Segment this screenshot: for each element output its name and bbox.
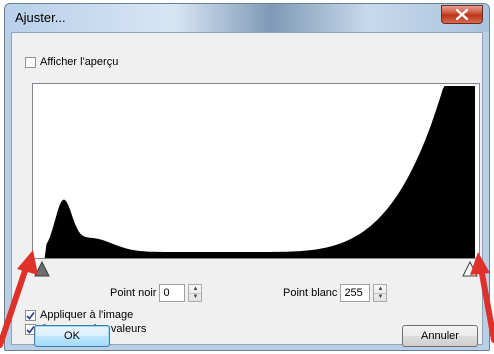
left-annotation-arrow xyxy=(0,250,38,348)
right-annotation-arrow xyxy=(470,252,494,343)
annotation-overlay xyxy=(0,250,494,348)
